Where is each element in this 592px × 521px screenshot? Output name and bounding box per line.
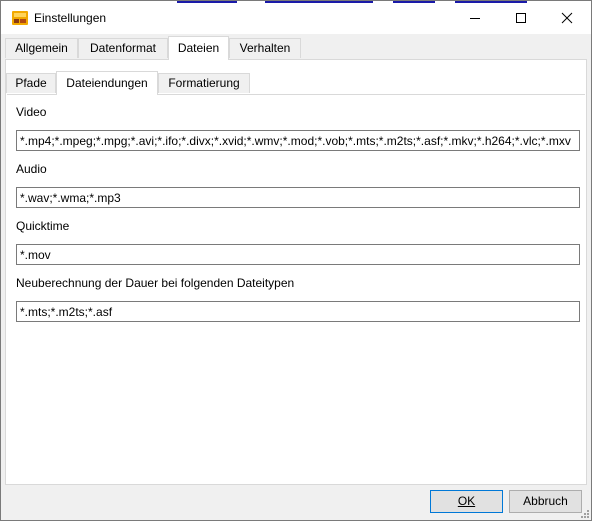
maximize-icon bbox=[516, 13, 526, 23]
video-extensions-input[interactable]: *.mp4;*.mpeg;*.mpg;*.avi;*.ifo;*.divx;*.… bbox=[16, 130, 580, 151]
close-icon bbox=[561, 12, 573, 24]
tab-label: Formatierung bbox=[168, 76, 240, 90]
dialog-footer: OK Abbruch bbox=[1, 486, 591, 520]
cancel-label: Abbruch bbox=[523, 494, 568, 508]
tab-datenformat[interactable]: Datenformat bbox=[78, 38, 168, 58]
video-label: Video bbox=[16, 105, 47, 119]
dateiendungen-panel: Video *.mp4;*.mpeg;*.mpg;*.avi;*.ifo;*.d… bbox=[7, 94, 585, 483]
recalc-duration-input[interactable]: *.mts;*.m2ts;*.asf bbox=[16, 301, 580, 322]
resize-grip-icon[interactable] bbox=[579, 508, 589, 518]
dateien-tab-panel: Pfade Dateiendungen Formatierung Video *… bbox=[5, 59, 587, 485]
tab-formatierung[interactable]: Formatierung bbox=[158, 73, 250, 93]
tab-label: Dateien bbox=[177, 41, 220, 55]
app-icon bbox=[12, 11, 28, 25]
tab-label: Datenformat bbox=[89, 41, 157, 55]
tab-label: Pfade bbox=[15, 76, 47, 90]
ok-button[interactable]: OK bbox=[430, 490, 503, 513]
quicktime-extensions-input[interactable]: *.mov bbox=[16, 244, 580, 265]
audio-label: Audio bbox=[16, 162, 47, 176]
tab-allgemein[interactable]: Allgemein bbox=[5, 38, 78, 58]
title-bar[interactable]: Einstellungen bbox=[1, 1, 591, 34]
tab-verhalten[interactable]: Verhalten bbox=[229, 38, 301, 58]
minimize-icon bbox=[470, 18, 480, 19]
tab-label: Allgemein bbox=[15, 41, 68, 55]
audio-extensions-input[interactable]: *.wav;*.wma;*.mp3 bbox=[16, 187, 580, 208]
quicktime-label: Quicktime bbox=[16, 219, 70, 233]
recalc-duration-label: Neuberechnung der Dauer bei folgenden Da… bbox=[16, 276, 295, 290]
cancel-button[interactable]: Abbruch bbox=[509, 490, 582, 513]
tab-dateiendungen[interactable]: Dateiendungen bbox=[56, 71, 158, 95]
tab-label: Verhalten bbox=[239, 41, 291, 55]
close-button[interactable] bbox=[544, 1, 590, 34]
settings-dialog: Einstellungen Allgemein Datenformat Date… bbox=[0, 0, 592, 521]
tab-label: Dateiendungen bbox=[66, 76, 148, 90]
minimize-button[interactable] bbox=[452, 1, 498, 34]
maximize-button[interactable] bbox=[498, 1, 544, 34]
ok-label: OK bbox=[457, 494, 476, 508]
window-title: Einstellungen bbox=[34, 11, 107, 25]
tab-pfade[interactable]: Pfade bbox=[6, 73, 56, 93]
tab-dateien[interactable]: Dateien bbox=[168, 36, 229, 60]
